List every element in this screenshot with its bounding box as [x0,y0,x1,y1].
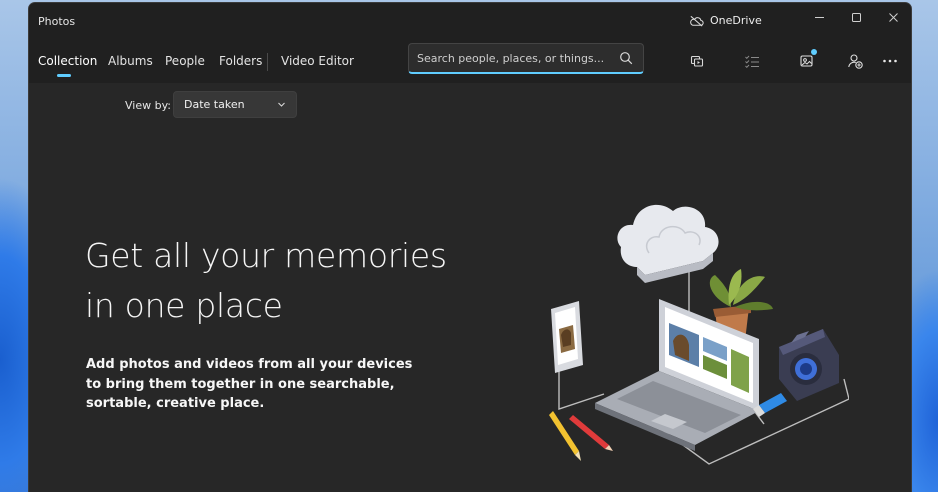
chevron-down-icon [278,102,285,107]
cloud-graphic [617,204,719,283]
tab-albums[interactable]: Albums [108,54,153,68]
tab-video-editor[interactable]: Video Editor [281,54,354,68]
slideshow-button[interactable] [687,51,707,71]
empty-state-description: Add photos and videos from all your devi… [86,357,413,411]
minimize-icon [814,16,824,18]
view-by-label: View by: [125,99,171,112]
account-button[interactable] [845,51,865,71]
close-button[interactable] [874,3,911,31]
nav-bar: Collection Albums People Folders Video E… [29,39,911,83]
active-tab-indicator [57,74,71,77]
minimize-button[interactable] [800,3,838,31]
phone-graphic [551,301,583,373]
search-icon[interactable] [619,51,633,65]
more-icon [883,59,897,63]
notification-badge [811,49,817,55]
maximize-button[interactable] [837,3,875,31]
devices-sync-illustration [549,204,849,465]
import-button[interactable] [797,49,817,71]
headline-line-1: Get all your memories [85,236,447,275]
search-box[interactable] [408,43,644,74]
empty-state-headline: Get all your memories in one place [85,231,485,331]
select-button[interactable] [742,51,762,71]
import-icon [800,55,813,67]
camera-graphic [779,329,839,401]
pencils-graphic [549,411,613,461]
view-by-value: Date taken [184,98,245,111]
onedrive-status-button[interactable]: OneDrive [689,14,762,27]
headline-line-2: in one place [85,286,283,325]
onedrive-label: OneDrive [710,14,762,27]
maximize-icon [851,12,861,22]
more-options-button[interactable] [880,51,900,71]
account-add-icon [848,54,863,69]
select-icon [745,55,759,69]
tab-collection[interactable]: Collection [38,54,97,68]
slideshow-icon [690,55,704,67]
photos-window: Photos OneDrive Collection Albums People… [28,2,912,492]
tab-people[interactable]: People [165,54,205,68]
nav-divider [267,53,268,71]
close-icon [888,12,898,22]
cloud-off-icon [690,15,704,27]
view-by-dropdown[interactable]: Date taken [173,91,297,118]
tab-folders[interactable]: Folders [219,54,262,68]
search-input[interactable] [409,44,609,72]
collection-content: View by: Date taken Get all your memorie… [29,83,911,492]
app-title: Photos [38,15,76,28]
title-bar: Photos OneDrive [29,3,911,39]
